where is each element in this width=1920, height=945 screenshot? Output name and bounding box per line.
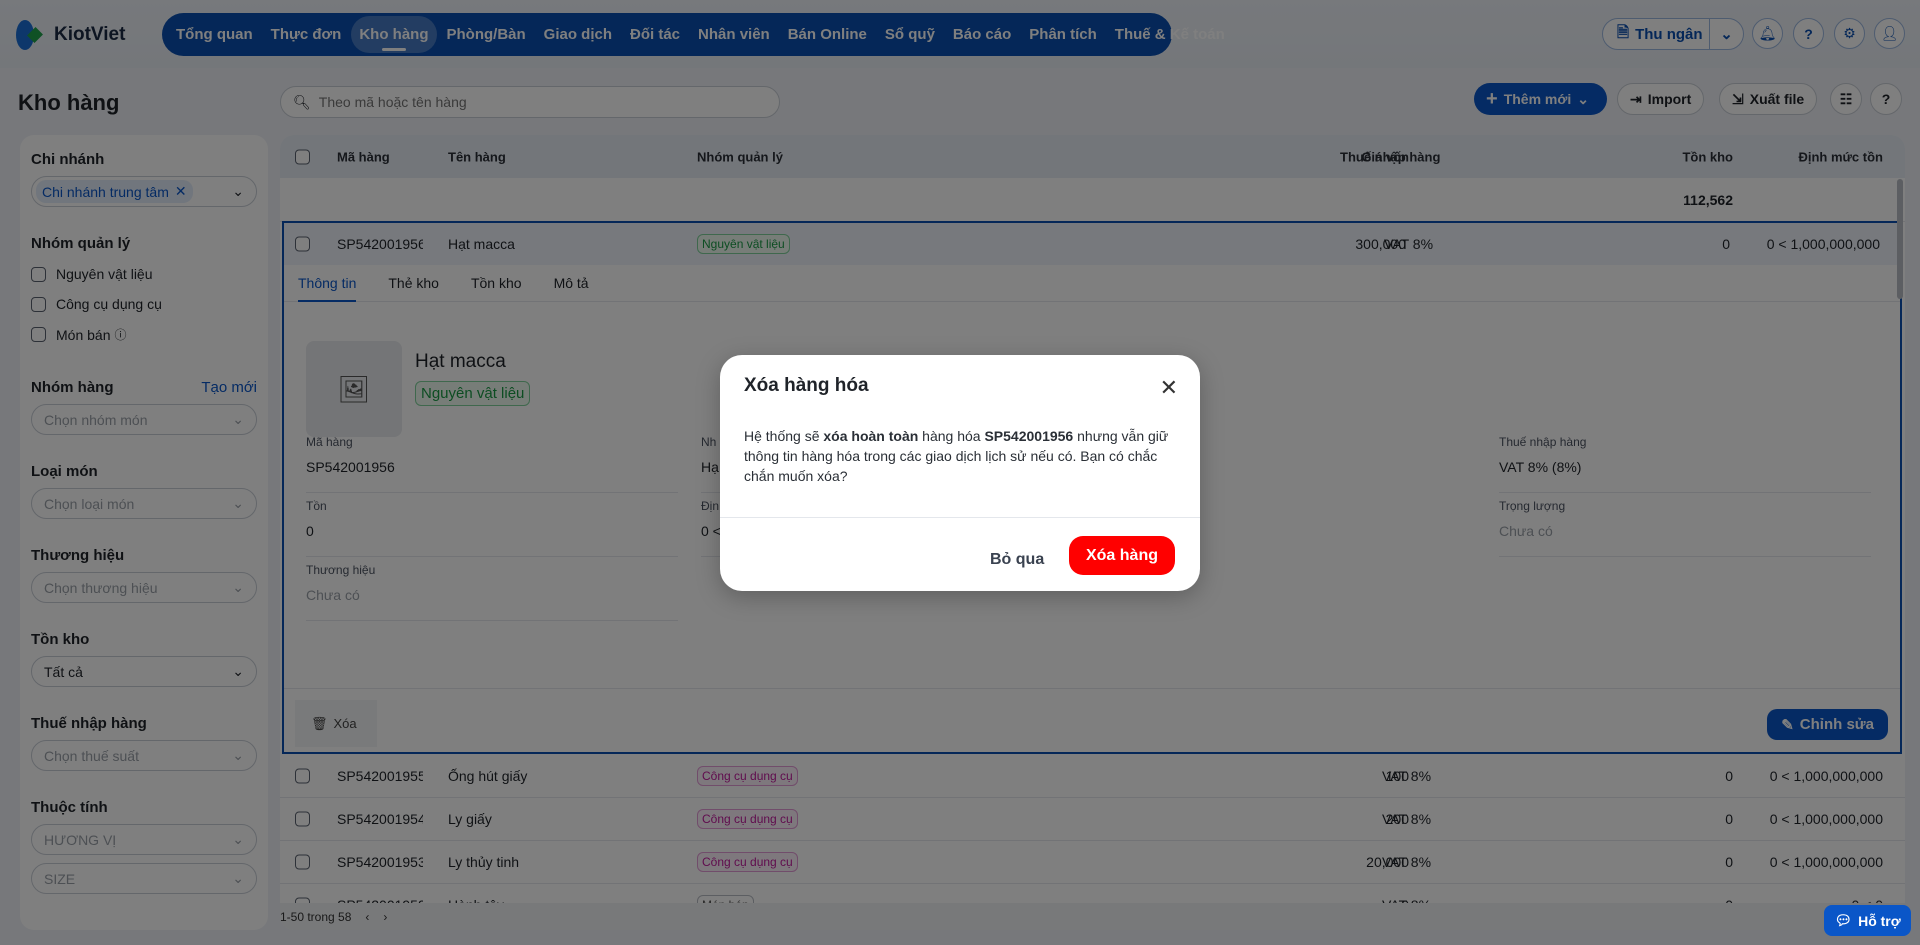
divider [720,517,1200,518]
confirm-delete-button[interactable]: Xóa hàng [1069,536,1175,575]
close-icon[interactable]: ✕ [1160,375,1178,401]
cancel-button[interactable]: Bỏ qua [990,551,1044,569]
support-button[interactable]: 💬︎ Hỗ trợ [1824,905,1911,936]
dialog-message: Hệ thống sẽ xóa hoàn toàn hàng hóa SP542… [744,428,1169,484]
delete-confirm-dialog: Xóa hàng hóa ✕ Hệ thống sẽ xóa hoàn toàn… [720,355,1200,591]
dialog-title: Xóa hàng hóa [744,375,869,396]
chat-icon: 💬︎ [1834,912,1853,928]
